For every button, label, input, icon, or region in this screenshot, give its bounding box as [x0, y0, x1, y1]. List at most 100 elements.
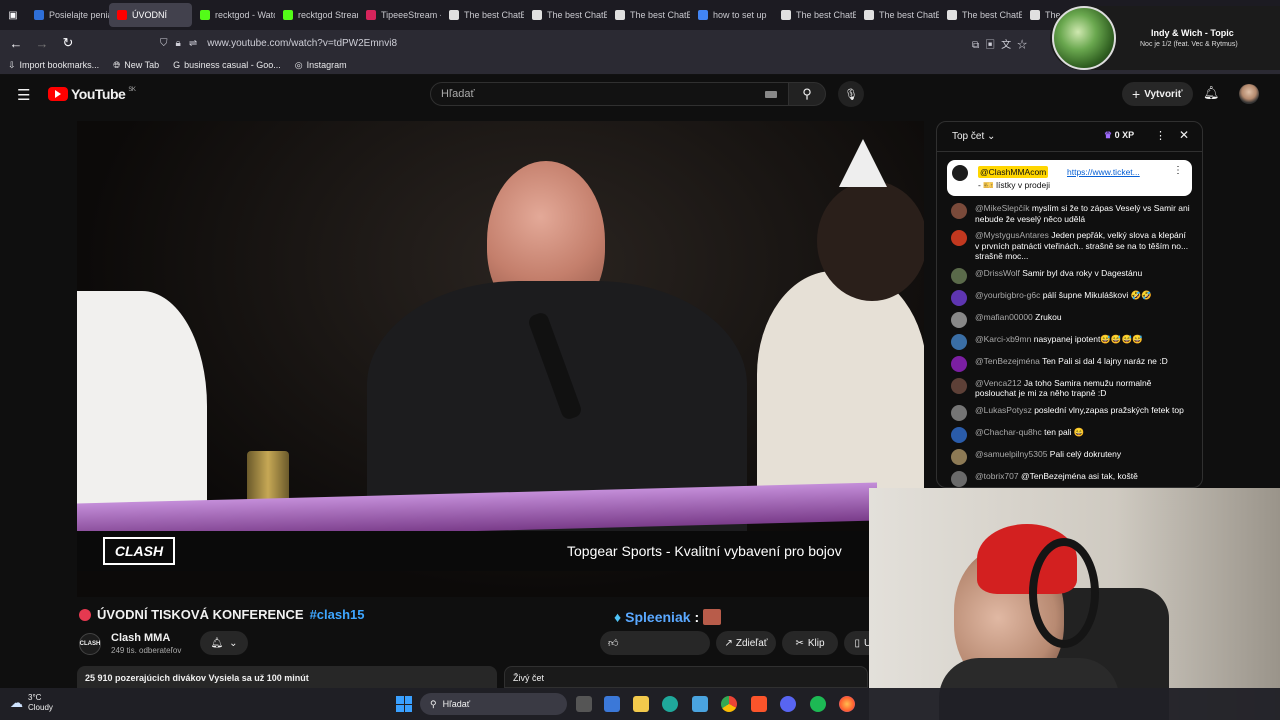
lock-icon[interactable]: 🔒︎ — [176, 38, 181, 49]
chat-close-icon[interactable]: ✕ — [1179, 128, 1189, 142]
bookmark-item[interactable]: Gbusiness casual - Goo... — [173, 60, 281, 70]
browser-tab[interactable]: The best ChatB — [773, 0, 856, 30]
chat-avatar[interactable] — [951, 267, 967, 284]
browser-tab[interactable]: The best ChatB — [939, 0, 1022, 30]
media-widget[interactable]: Indy & Wich - Topic Noc je 1/2 (feat. Ve… — [1050, 6, 1280, 70]
chat-message[interactable]: @tobrix707 @TenBezejména asi tak, koště — [937, 468, 1202, 488]
search-input[interactable]: Hľadať — [430, 82, 790, 106]
chat-message[interactable]: @mafian00000 Zrukou — [937, 309, 1202, 331]
browser-tab[interactable]: The best ChatB — [524, 0, 607, 30]
task-view-icon[interactable] — [576, 696, 592, 712]
avatar[interactable] — [1239, 84, 1259, 104]
store-icon[interactable] — [604, 696, 620, 712]
menu-icon[interactable]: ☰ — [17, 86, 30, 104]
chat-author[interactable]: @Chachar-qu8hc — [975, 427, 1042, 437]
share-button[interactable]: ↗ Zdieľať — [716, 631, 776, 655]
chat-mode-dropdown[interactable]: Top čet ⌄ — [952, 131, 995, 142]
channel-avatar[interactable]: CLASH — [79, 633, 101, 655]
firefox-icon[interactable] — [839, 696, 855, 712]
browser-tab[interactable]: recktgod - Watch — [192, 0, 275, 30]
chat-author[interactable]: @TenBezejména — [975, 356, 1040, 366]
chat-message[interactable]: @LukasPotysz poslední vlny,zapas pražský… — [937, 402, 1202, 424]
taskbar-search[interactable]: ⚲ Hľadať — [420, 693, 567, 715]
clip-button[interactable]: ✂ Klip — [782, 631, 838, 655]
address-bar[interactable]: ⛉ 🔒︎ ⇌ www.youtube.com/watch?v=tdPW2Emnv… — [152, 32, 1052, 54]
browser-tab[interactable]: The best ChatB — [441, 0, 524, 30]
url-text[interactable]: www.youtube.com/watch?v=tdPW2Emnvi8 — [207, 38, 397, 49]
chat-avatar[interactable] — [951, 377, 967, 394]
page-info-icon[interactable]: ⇌ — [189, 38, 197, 49]
hashtag-link[interactable]: #clash15 — [310, 607, 365, 622]
chat-avatar[interactable] — [951, 426, 967, 443]
xp-badge[interactable]: ♛ 0 XP — [1104, 130, 1134, 141]
chat-author[interactable]: @MikeSlepčík — [975, 203, 1029, 213]
pinned-link[interactable]: https://www.ticket... — [1067, 167, 1140, 177]
back-icon[interactable]: ← — [3, 30, 29, 56]
chat-message[interactable]: @TenBezejména Ten Pali si dal 4 lajny na… — [937, 353, 1202, 375]
chat-avatar[interactable] — [951, 203, 967, 219]
brave-icon[interactable] — [751, 696, 767, 712]
bookmark-item[interactable]: ⇩ Import bookmarks... — [8, 60, 99, 71]
spotify-icon[interactable] — [810, 696, 826, 712]
browser-tab[interactable]: how to set up — [690, 0, 773, 30]
pinned-more-icon[interactable]: ⋮ — [1173, 165, 1183, 176]
chat-message[interactable]: @Chachar-qu8hc ten pali 😄 — [937, 424, 1202, 446]
chat-message[interactable]: @MikeSlepčík myslím si že to zápas Vesel… — [937, 200, 1202, 227]
browser-tab[interactable]: ÚVODNÍ — [109, 3, 192, 27]
notifications-bell-icon[interactable]: 🔔︎ — [1203, 85, 1220, 101]
chat-message[interactable]: @yourbigbro-g6c pálí šupne Mikuláškovi 🤣… — [937, 287, 1202, 309]
chat-author[interactable]: @Venca212 — [975, 378, 1021, 388]
browser-tab[interactable]: The best ChatB — [607, 0, 690, 30]
chat-avatar[interactable] — [951, 448, 967, 465]
video-player[interactable]: CLASH Topgear Sports - Kvalitní vybavení… — [77, 121, 924, 597]
bookmark-item[interactable]: ◎ Instagram — [295, 60, 347, 71]
weather-widget[interactable]: ☁ 3°C Cloudy — [10, 693, 53, 713]
pinned-message[interactable]: @ClashMMAcom https://www.ticket... - 🎫 l… — [947, 160, 1192, 196]
search-button[interactable]: ⚲ — [788, 82, 826, 106]
chat-message[interactable]: @MystygusAntares Jeden pepřák, velký slo… — [937, 227, 1202, 265]
browser-tab[interactable]: Posielajte peniaze — [26, 0, 109, 30]
browser-tab[interactable]: TipeeeStream - — [358, 0, 441, 30]
chat-author[interactable]: @samuelpilny5305 — [975, 449, 1047, 459]
shield-icon[interactable]: ⛉ — [160, 38, 168, 49]
chat-avatar[interactable] — [951, 404, 967, 421]
chat-more-icon[interactable]: ⋮ — [1155, 129, 1166, 142]
reload-icon[interactable]: ↻ — [55, 30, 81, 56]
chat-avatar[interactable] — [951, 355, 967, 372]
channel-name[interactable]: Clash MMA — [111, 632, 170, 644]
chrome-icon[interactable] — [721, 696, 737, 712]
chat-avatar[interactable] — [951, 470, 967, 487]
chat-author[interactable]: @yourbigbro-g6c — [975, 290, 1040, 300]
chat-author[interactable]: @LukasPotysz — [975, 405, 1032, 415]
chat-avatar[interactable] — [951, 230, 967, 246]
create-button[interactable]: + Vytvoriť — [1122, 82, 1193, 106]
live-chat-header[interactable]: Živý čet — [504, 666, 868, 688]
chat-message[interactable]: @samuelpilny5305 Pali celý dokruteny — [937, 446, 1202, 468]
browser-tab[interactable]: recktgod Stream — [275, 0, 358, 30]
keyboard-icon[interactable] — [765, 91, 777, 98]
start-button[interactable] — [396, 696, 412, 712]
chat-avatar[interactable] — [951, 333, 967, 350]
chat-message[interactable]: @DrissWolf Samir byl dva roky v Dagestán… — [937, 265, 1202, 287]
chat-author[interactable]: @Karci-xb9mn — [975, 334, 1031, 344]
chat-avatar[interactable] — [951, 311, 967, 328]
bookmark-item[interactable]: 🌐︎ New Tab — [113, 60, 159, 71]
chat-author[interactable]: @DrissWolf — [975, 268, 1020, 278]
chat-author[interactable]: @mafian00000 — [975, 312, 1033, 322]
tab-overview-icon[interactable]: ▣ — [0, 2, 26, 28]
chat-author[interactable]: @tobrix707 — [975, 471, 1019, 481]
chat-message[interactable]: @Karci-xb9mn nasypanej ipotent😅😅😅😅 — [937, 331, 1202, 353]
chat-message[interactable]: @Venca212 Ja toho Samira nemužu normalně… — [937, 375, 1202, 402]
forward-icon[interactable]: → — [29, 30, 55, 56]
notification-toggle-button[interactable]: 🔔︎ ⌄ — [200, 631, 248, 655]
file-explorer-icon[interactable] — [633, 696, 649, 712]
youtube-logo[interactable]: YouTube SK — [48, 86, 136, 102]
photos-icon[interactable] — [692, 696, 708, 712]
chat-author[interactable]: @MystygusAntares — [975, 230, 1049, 240]
discord-icon[interactable] — [780, 696, 796, 712]
page-actions-icons[interactable]: ⧉▣文☆ — [972, 36, 1033, 51]
chat-avatar[interactable] — [951, 289, 967, 306]
edge-icon[interactable] — [662, 696, 678, 712]
browser-tab[interactable]: The best ChatB — [856, 0, 939, 30]
like-button[interactable]: 👍︎ — [600, 631, 710, 655]
